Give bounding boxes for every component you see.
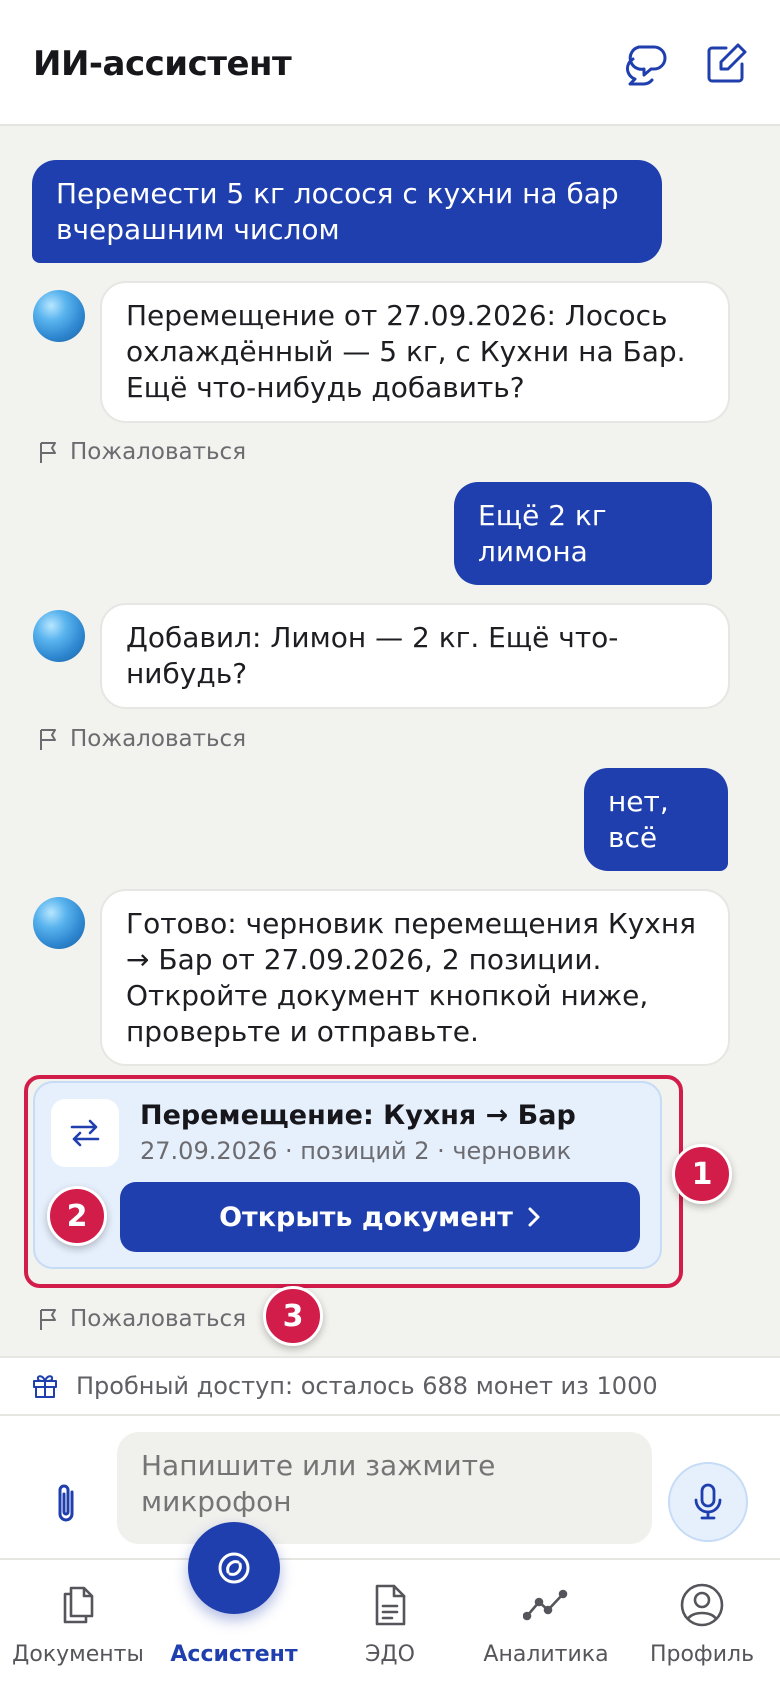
document-title: Перемещение: Кухня → Бар (140, 1100, 576, 1131)
nav-item-documents[interactable]: Документы (0, 1560, 156, 1688)
paperclip-icon[interactable] (46, 1482, 86, 1526)
nav-label: ЭДО (365, 1642, 415, 1667)
message-input[interactable] (117, 1432, 652, 1544)
nav-label: Аналитика (483, 1642, 609, 1667)
chart-line-icon (523, 1589, 568, 1621)
assistant-icon (218, 1552, 250, 1584)
microphone-button[interactable] (668, 1462, 748, 1542)
flag-icon (40, 729, 56, 750)
assistant-avatar (33, 897, 85, 949)
open-document-label: Открыть документ (219, 1201, 513, 1233)
nav-label: Ассистент (170, 1642, 298, 1667)
chevron-right-icon (528, 1207, 540, 1227)
flag-icon (40, 442, 56, 463)
document-subtitle: 27.09.2026 · позиций 2 · черновик (140, 1137, 572, 1165)
annotation-badge: 1 (672, 1144, 732, 1204)
chat-bubbles-icon[interactable] (622, 40, 670, 88)
gift-icon (33, 1375, 57, 1398)
nav-item-edo[interactable]: ЭДО (312, 1560, 468, 1688)
user-message: Ещё 2 кг лимона (454, 482, 712, 585)
page-title: ИИ-ассистент (33, 44, 292, 84)
bottom-navigation: Документы Ассистент ЭДО Аналитика Профил… (0, 1558, 780, 1688)
trial-text: Пробный доступ: осталось 688 монет из 10… (76, 1372, 658, 1400)
composer (0, 1414, 780, 1558)
document-card[interactable]: Перемещение: Кухня → Бар 27.09.2026 · по… (33, 1081, 662, 1269)
documents-icon (63, 1586, 94, 1624)
user-icon (680, 1583, 724, 1627)
app-header: ИИ-ассистент (0, 0, 780, 126)
user-message: нет, всё (584, 768, 728, 871)
annotation-badge: 2 (47, 1186, 107, 1246)
report-label: Пожаловаться (70, 1306, 247, 1332)
user-message: Перемести 5 кг лосося с кухни на бар вче… (32, 160, 662, 263)
assistant-message: Добавил: Лимон — 2 кг. Ещё что-нибудь? (100, 603, 730, 709)
microphone-icon (694, 1483, 722, 1520)
assistant-avatar (33, 290, 85, 342)
transfer-arrows-icon (51, 1099, 119, 1167)
file-icon (375, 1584, 406, 1626)
nav-label: Документы (12, 1642, 144, 1667)
report-button[interactable]: Пожаловаться (38, 726, 246, 752)
flag-icon (40, 1309, 56, 1330)
annotation-badge: 3 (263, 1286, 323, 1346)
report-label: Пожаловаться (70, 439, 247, 465)
edit-icon[interactable] (702, 40, 750, 88)
nav-label: Профиль (649, 1642, 755, 1667)
trial-banner: Пробный доступ: осталось 688 монет из 10… (0, 1356, 780, 1414)
assistant-avatar (33, 610, 85, 662)
assistant-message: Готово: черновик перемещения Кухня → Бар… (100, 889, 730, 1066)
nav-item-analytics[interactable]: Аналитика (468, 1560, 624, 1688)
report-button[interactable]: Пожаловаться (38, 439, 246, 465)
assistant-message: Перемещение от 27.09.2026: Лосось охлажд… (100, 281, 730, 423)
report-label: Пожаловаться (70, 726, 247, 752)
open-document-button[interactable]: Открыть документ (120, 1182, 640, 1252)
report-button[interactable]: Пожаловаться (38, 1306, 246, 1332)
assistant-fab-button[interactable] (188, 1522, 280, 1614)
nav-item-profile[interactable]: Профиль (624, 1560, 780, 1688)
